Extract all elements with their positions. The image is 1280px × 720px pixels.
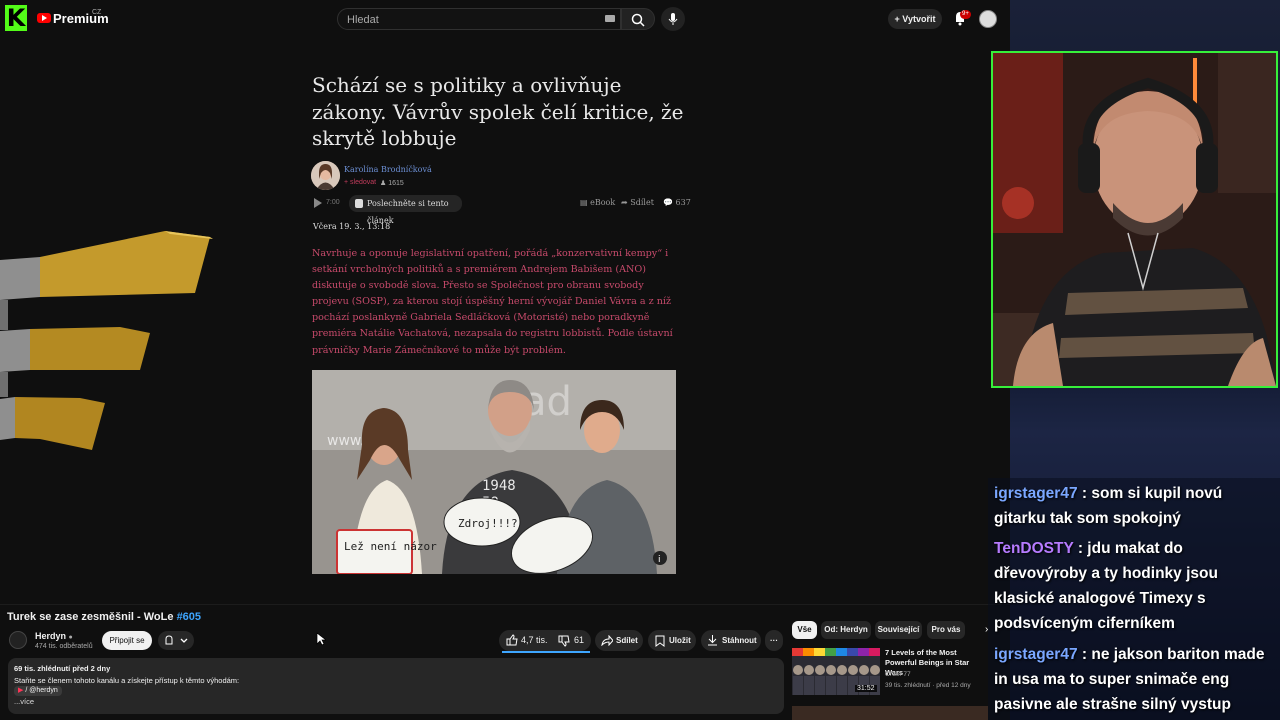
kick-logo: K [5,4,27,32]
thumb-down-icon[interactable] [558,635,570,647]
join-button[interactable]: Připojit se [102,631,152,650]
youtube-logo-icon[interactable] [37,13,51,23]
svg-text:i: i [658,555,661,565]
author-name-link[interactable]: Karolína Brodníčková [344,165,432,174]
keyboard-icon[interactable] [605,15,615,22]
chat-username: igrstager47 [994,646,1078,663]
photo-sign-middle: Zdroj!!!? [458,517,518,530]
chat-username: igrstager47 [994,485,1078,502]
photo-sign-left: Lež není názor [344,540,437,553]
webcam-overlay [991,51,1278,388]
comments-button[interactable]: 💬 637 [663,198,691,207]
subscription-bell-button[interactable] [158,631,194,650]
chip-all[interactable]: Vše [792,621,817,639]
subscriber-count: 474 tis. odběratelů [35,643,93,650]
search-button[interactable] [621,8,655,30]
description-views-date: 69 tis. zhlédnutí před 2 dny [14,664,111,673]
video-description-box[interactable] [8,658,784,714]
followers-count: 1615 [388,180,404,187]
channel-name-text: Herdyn [35,631,67,641]
description-membership-line: Staňte se členem tohoto kanálu a získejt… [14,676,240,685]
bell-chevron-icon [165,635,188,645]
ebook-button[interactable]: ▤ eBook [580,198,615,207]
video-title: Turek se zase zesměšnil - WoLe #605 [7,611,201,623]
recommended-video-channel[interactable]: Order 77 [885,671,911,678]
create-button[interactable]: + Vytvořit [888,9,942,29]
play-icon[interactable] [313,198,323,208]
headphones-icon [355,199,363,208]
channel-avatar[interactable] [9,631,27,649]
next-recommended-thumbnail[interactable] [792,706,988,720]
description-channel-handle: / @herdyn [25,687,58,694]
video-title-text: Turek se zase zesměšnil - WoLe [7,611,177,623]
more-actions-button[interactable]: ··· [765,630,783,651]
video-duration-badge: 31:52 [855,685,877,692]
comments-count: 637 [675,198,691,207]
thumb-up-icon[interactable] [506,634,518,646]
chat-message: TenDOSTY : jdu makat do dřevovýroby a ty… [994,536,1278,636]
like-ratio-bar [502,651,590,653]
audio-duration: 7:00 [326,199,340,206]
description-more-link[interactable]: ...více [14,697,34,706]
chip-for-you[interactable]: Pro vás [927,621,965,639]
chat-username: TenDOSTY [994,540,1074,557]
microphone-icon [668,13,678,25]
create-label: Vytvořit [902,14,936,24]
comment-icon: 💬 [663,198,673,207]
youtube-mini-icon: ▶ [18,687,24,694]
download-icon [708,635,717,646]
chat-message: igrstager47 : ne jakson bariton made in … [994,642,1278,717]
mouse-cursor-icon [316,632,326,646]
follow-author-button[interactable]: + sledovat [344,179,376,186]
recommended-video-meta: 39 tis. zhlédnutí · před 12 dny [885,682,971,689]
bookmark-icon [655,635,665,647]
account-avatar[interactable] [979,10,997,28]
description-channel-link[interactable]: ▶ / @herdyn [14,686,62,696]
search-icon [631,13,645,27]
golden-bars-graphic [0,231,213,450]
voice-search-button[interactable] [661,7,685,31]
article-title: Schází se s politiky a ovlivňuje zákony.… [312,73,684,150]
share-icon [601,635,613,646]
author-followers: ♟ 1615 [380,180,404,187]
like-count[interactable]: 4,7 tis. [521,635,548,645]
article-lead-paragraph: Navrhuje a oponuje legislativní opatření… [312,248,673,356]
video-title-hashtag[interactable]: #605 [177,611,201,623]
listen-article-button[interactable]: Poslechněte si tento článek [349,195,462,225]
divider [0,604,1010,605]
region-code: CZ [92,9,102,16]
svg-text:www.: www. [327,433,365,449]
chip-related[interactable]: Související [875,621,922,639]
channel-name[interactable]: Herdyn ● [35,631,73,641]
article-share-button[interactable]: ➦ Sdílet [621,198,654,207]
publish-date: Včera 19. 3., 13:18 [313,222,391,231]
search-input[interactable]: Hledat [337,8,621,30]
article-photo: www. ad 1948 58 Lež není názor Zdroj!!!?… [312,370,676,574]
svg-text:1948: 1948 [482,478,516,494]
dislike-count[interactable]: 61 [574,635,584,645]
ebook-label: eBook [590,198,616,207]
more-horizontal-icon: ··· [770,636,778,645]
author-avatar[interactable] [311,161,340,190]
notification-count-badge: 9+ [960,10,971,19]
verified-icon: ● [68,634,73,641]
share-label: Sdílet [630,198,654,207]
chat-message: igrstager47 : som si kupil novú gitarku … [994,481,1278,531]
chip-from-herdyn[interactable]: Od: Herdyn [821,621,871,639]
